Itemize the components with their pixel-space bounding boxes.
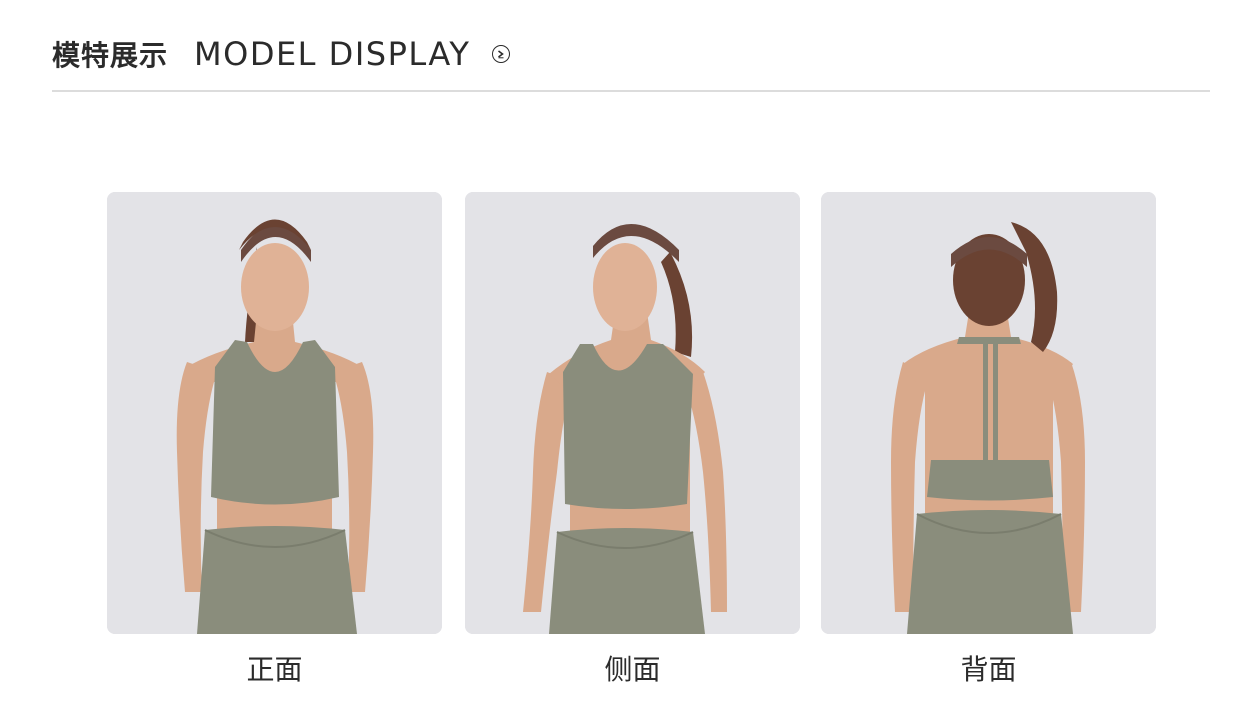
chevron-right-circle-icon[interactable] bbox=[492, 45, 511, 63]
caption-front: 正面 bbox=[246, 653, 303, 686]
model-front-illustration bbox=[107, 192, 442, 634]
model-back-illustration bbox=[821, 192, 1156, 634]
caption-back: 背面 bbox=[960, 653, 1017, 686]
section-title-en: MODEL DISPLAY bbox=[194, 35, 471, 73]
model-side-illustration bbox=[465, 192, 800, 634]
model-photo-front[interactable] bbox=[107, 192, 442, 634]
model-photo-back[interactable] bbox=[821, 192, 1156, 634]
section-header: 模特展示 MODEL DISPLAY bbox=[52, 30, 511, 78]
model-photo-side[interactable] bbox=[465, 192, 800, 634]
caption-side: 侧面 bbox=[604, 653, 661, 686]
header-divider bbox=[52, 90, 1210, 92]
section-title-cn: 模特展示 bbox=[52, 39, 169, 72]
